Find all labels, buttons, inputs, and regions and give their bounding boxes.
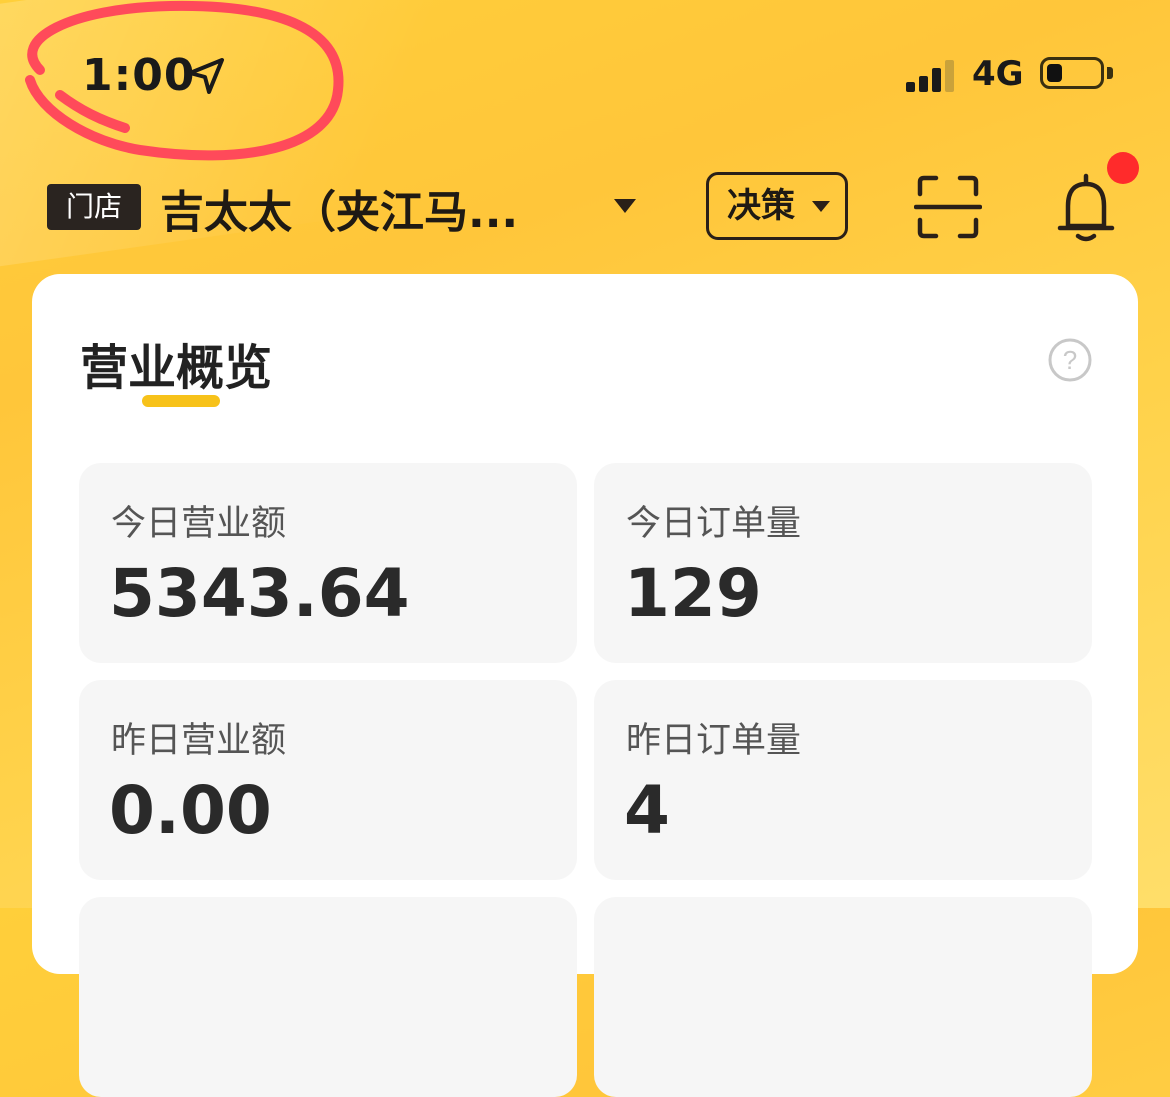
metric-today-revenue[interactable]: 今日营业额 5343.64 [79,463,577,663]
metric-label: 今日订单量 [626,504,802,544]
battery-cap [1107,67,1113,79]
annotation-circle [25,0,344,161]
battery-icon [1040,57,1104,89]
metric-label: 今日营业额 [111,504,287,544]
metric-next-right[interactable] [594,897,1092,1097]
help-icon[interactable]: ? [1047,337,1093,383]
chevron-down-icon [812,201,830,212]
title-underline [142,395,220,407]
metric-yesterday-revenue[interactable]: 昨日营业额 0.00 [79,680,577,880]
dropdown-caret-icon[interactable] [612,196,638,216]
network-type: 4G [972,54,1024,94]
store-badge: 门店 [47,184,141,230]
metric-next-left[interactable] [79,897,577,1097]
decision-button-label: 决策 [727,186,795,226]
svg-text:?: ? [1063,345,1077,375]
metric-yesterday-orders[interactable]: 昨日订单量 4 [594,680,1092,880]
metric-value: 129 [624,555,762,632]
overview-card: 营业概览 ? 今日营业额 5343.64 今日订单量 129 昨日营业额 0.0… [32,274,1138,1097]
status-bar: 1:00 4G [0,0,1170,161]
bell-icon[interactable] [1056,170,1116,244]
metric-label: 昨日营业额 [111,721,287,761]
signal-icon [906,58,960,92]
decision-button[interactable]: 决策 [706,172,848,240]
metric-today-orders[interactable]: 今日订单量 129 [594,463,1092,663]
metric-value: 5343.64 [109,555,410,632]
metric-value: 0.00 [109,772,272,849]
card-title: 营业概览 [80,340,273,396]
scan-icon[interactable] [914,174,982,240]
store-name[interactable]: 吉太太（夹江马... [160,176,518,240]
metric-value: 4 [624,772,670,849]
metric-label: 昨日订单量 [626,721,802,761]
notification-dot [1107,152,1139,184]
